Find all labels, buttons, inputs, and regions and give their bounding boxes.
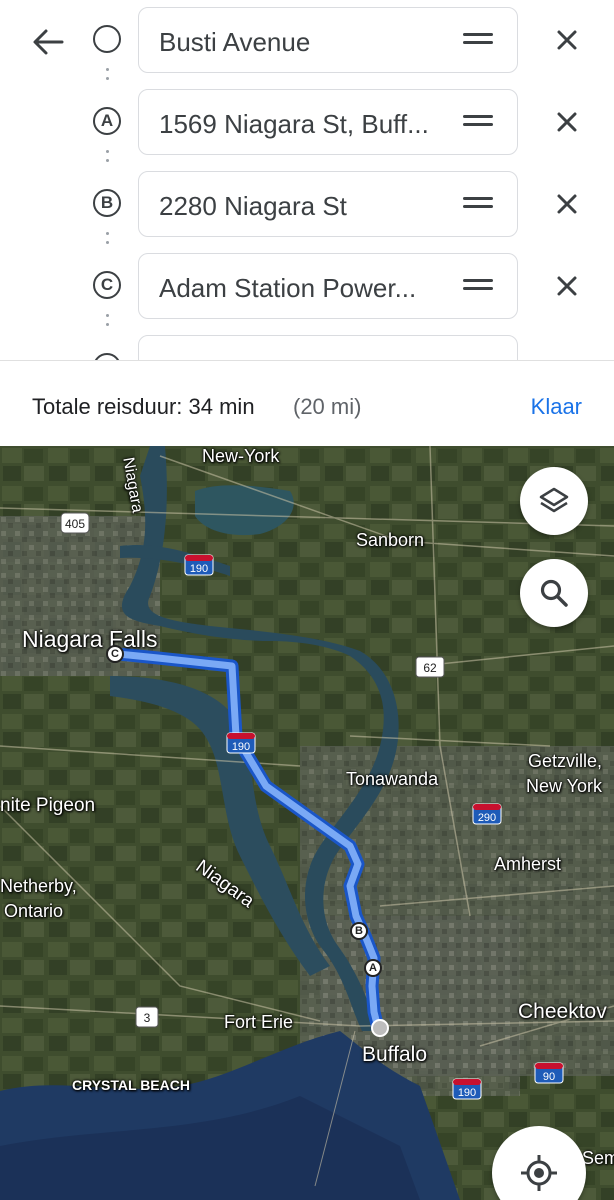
svg-text:190: 190: [232, 741, 250, 753]
stop-b-value: 2280 Niagara St: [159, 191, 347, 221]
origin-value: Busti Avenue: [159, 27, 311, 57]
label-sem: Sem: [582, 1148, 614, 1168]
label-netherby: Netherby,: [0, 876, 77, 896]
svg-text:190: 190: [190, 563, 208, 575]
location-crosshair-icon: [521, 1155, 557, 1191]
origin-circle-icon: [93, 25, 121, 53]
label-getzville: Getzville,: [528, 751, 603, 771]
highway-shield-405: 405: [60, 512, 90, 534]
stop-marker-c-icon: C: [93, 271, 121, 299]
drag-handle-icon[interactable]: [463, 115, 493, 129]
label-white-pigeon: nite Pigeon: [0, 795, 96, 816]
layers-button[interactable]: [520, 467, 588, 535]
svg-text:290: 290: [478, 812, 496, 824]
origin-field[interactable]: Busti Avenue: [138, 7, 518, 73]
stop-row-origin: Busti Avenue: [0, 7, 614, 73]
highway-shield-3: 3: [135, 1006, 159, 1028]
stop-row-a: A 1569 Niagara St, Buff...: [0, 89, 614, 155]
close-icon[interactable]: [553, 272, 581, 300]
stop-a-value: 1569 Niagara St, Buff...: [159, 109, 429, 139]
stop-c-value: Adam Station Power...: [159, 273, 417, 303]
route-marker-b[interactable]: B: [350, 922, 368, 940]
label-ontario: Ontario: [4, 901, 64, 921]
svg-text:90: 90: [543, 1071, 555, 1083]
route-origin-dot[interactable]: [371, 1019, 389, 1037]
drag-handle-icon[interactable]: [463, 197, 493, 211]
route-marker-c[interactable]: C: [106, 645, 124, 663]
directions-panel: Busti Avenue A 1569 Niagara St, Buff... …: [0, 0, 614, 360]
highway-shield-62: 62: [415, 656, 445, 678]
drag-handle-icon[interactable]: [463, 279, 493, 293]
label-cheektowaga: Cheektov: [518, 1000, 607, 1023]
interstate-shield-90: 90: [534, 1062, 564, 1084]
connector-dots: [106, 68, 109, 86]
interstate-shield-190: 190: [184, 554, 214, 576]
total-distance: (20 mi): [293, 394, 362, 419]
layers-icon: [539, 487, 569, 513]
svg-text:3: 3: [144, 1011, 151, 1025]
stop-b-field[interactable]: 2280 Niagara St: [138, 171, 518, 237]
connector-dots: [106, 232, 109, 250]
search-along-route-button[interactable]: [520, 559, 588, 627]
stop-marker-b-icon: B: [93, 189, 121, 217]
done-button[interactable]: Klaar: [531, 394, 582, 420]
trip-summary-bar: Totale reisduur: 34 min (20 mi) Klaar: [0, 360, 614, 447]
close-icon[interactable]: [553, 190, 581, 218]
total-duration: Totale reisduur: 34 min: [32, 394, 255, 419]
connector-dots: [106, 314, 109, 332]
drag-handle-icon[interactable]: [463, 33, 493, 47]
interstate-shield-290: 290: [472, 803, 502, 825]
stop-marker-next-icon: [93, 353, 121, 360]
stop-row-b: B 2280 Niagara St: [0, 171, 614, 237]
close-icon[interactable]: [553, 108, 581, 136]
stop-c-field[interactable]: Adam Station Power...: [138, 253, 518, 319]
label-tonawanda: Tonawanda: [346, 769, 439, 789]
label-amherst: Amherst: [494, 854, 562, 874]
interstate-shield-190: 190: [226, 732, 256, 754]
connector-dots: [106, 150, 109, 168]
label-new-york-state: New York: [526, 776, 603, 796]
stop-row-c: C Adam Station Power...: [0, 253, 614, 319]
label-crystal-beach: CRYSTAL BEACH: [72, 1077, 190, 1093]
next-stop-field[interactable]: [138, 335, 518, 360]
svg-text:405: 405: [65, 517, 85, 531]
label-new-york: New-York: [202, 446, 280, 466]
stop-marker-a-icon: A: [93, 107, 121, 135]
map-view[interactable]: 405 190 62 190 290 190 90 3 New-York San…: [0, 446, 614, 1200]
svg-text:190: 190: [458, 1087, 476, 1099]
stop-row-next: [0, 335, 614, 360]
route-marker-a[interactable]: A: [364, 959, 382, 977]
stop-a-field[interactable]: 1569 Niagara St, Buff...: [138, 89, 518, 155]
close-icon[interactable]: [553, 26, 581, 54]
label-fort-erie: Fort Erie: [224, 1012, 294, 1032]
label-sanborn: Sanborn: [356, 530, 425, 550]
interstate-shield-190: 190: [452, 1078, 482, 1100]
svg-text:62: 62: [423, 661, 437, 675]
label-niagara-falls: Niagara Falls: [22, 626, 158, 652]
label-buffalo: Buffalo: [362, 1043, 427, 1066]
search-icon: [540, 579, 568, 607]
